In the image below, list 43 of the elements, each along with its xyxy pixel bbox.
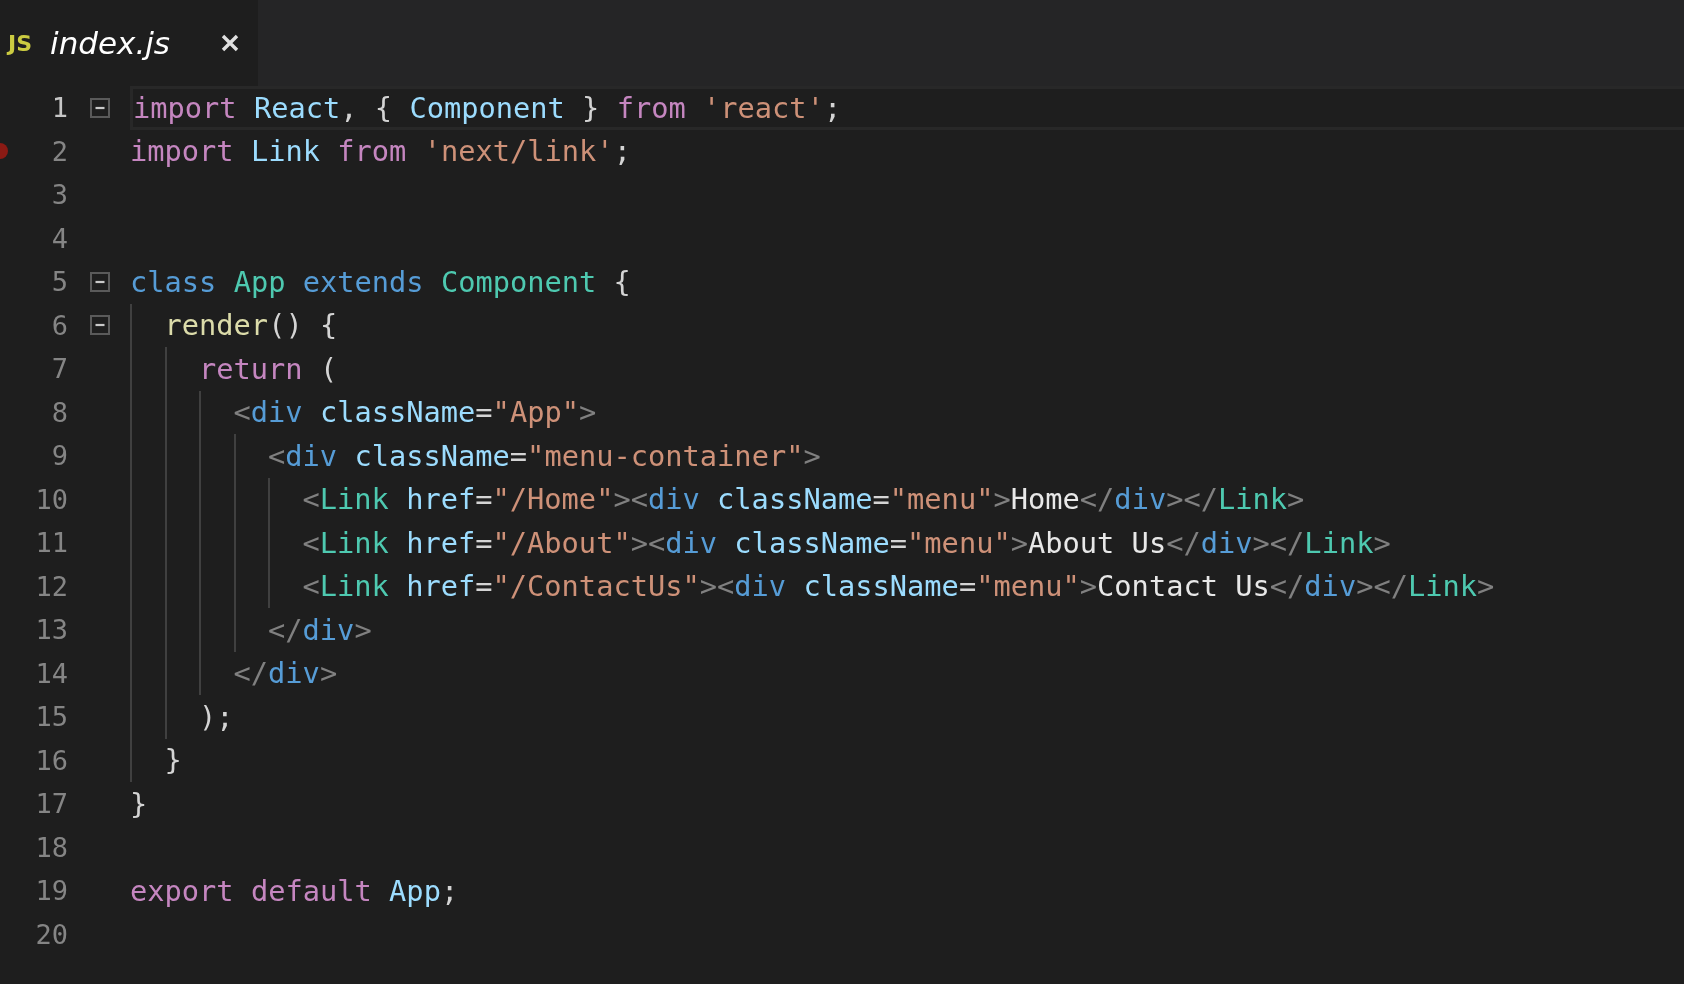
line-number: 19	[34, 875, 68, 907]
code-line: import Link from 'next/link';	[130, 134, 631, 169]
code-line: <div className="menu-container">	[268, 438, 821, 473]
line-number: 16	[34, 744, 68, 776]
line-number: 18	[34, 831, 68, 863]
code-line: <Link href="/ContactUs"><div className="menu">Contact Us</div></Link>	[302, 569, 1495, 604]
code-line: render() {	[164, 308, 338, 343]
code-line: <Link href="/About"><div className="menu">About Us</div></Link>	[302, 525, 1391, 560]
code-line: class App extends Component {	[130, 264, 631, 299]
code-line: export default App;	[130, 873, 459, 908]
line-number: 13	[34, 614, 68, 646]
code-line: </div>	[233, 656, 338, 691]
code-line: </div>	[268, 612, 372, 647]
line-number: 2	[50, 135, 68, 167]
line-number: 1	[50, 92, 68, 124]
code-line: <Link href="/Home"><div className="menu">Home</div></Link>	[302, 482, 1305, 517]
line-number: 14	[34, 657, 68, 689]
line-number: 15	[34, 701, 68, 733]
line-number: 11	[34, 527, 68, 559]
line-number: 7	[50, 353, 68, 385]
line-number: 3	[50, 179, 68, 211]
tab-title: index.js	[50, 25, 171, 61]
code-line: import React, { Component } from 'react';	[133, 90, 842, 125]
close-icon[interactable]	[220, 33, 240, 53]
collapse-icon[interactable]	[90, 97, 110, 118]
collapse-icon[interactable]	[90, 315, 110, 336]
collapse-icon[interactable]	[90, 271, 110, 292]
file-tab[interactable]: JS index.js	[0, 0, 258, 86]
code-line: <div className="App">	[233, 395, 597, 430]
file-type-label: JS	[8, 30, 33, 56]
line-number: 20	[34, 918, 68, 950]
code-line: }	[164, 743, 182, 778]
code-line: return (	[199, 351, 338, 386]
code-line: );	[199, 699, 234, 734]
line-number: 10	[34, 483, 68, 515]
line-number: 17	[34, 788, 68, 820]
line-number: 6	[50, 309, 68, 341]
line-number: 4	[50, 222, 68, 254]
code-line: }	[130, 786, 148, 821]
line-number: 5	[50, 266, 68, 298]
line-number: 8	[50, 396, 68, 428]
line-number: 9	[50, 440, 68, 472]
line-number: 12	[34, 570, 68, 602]
